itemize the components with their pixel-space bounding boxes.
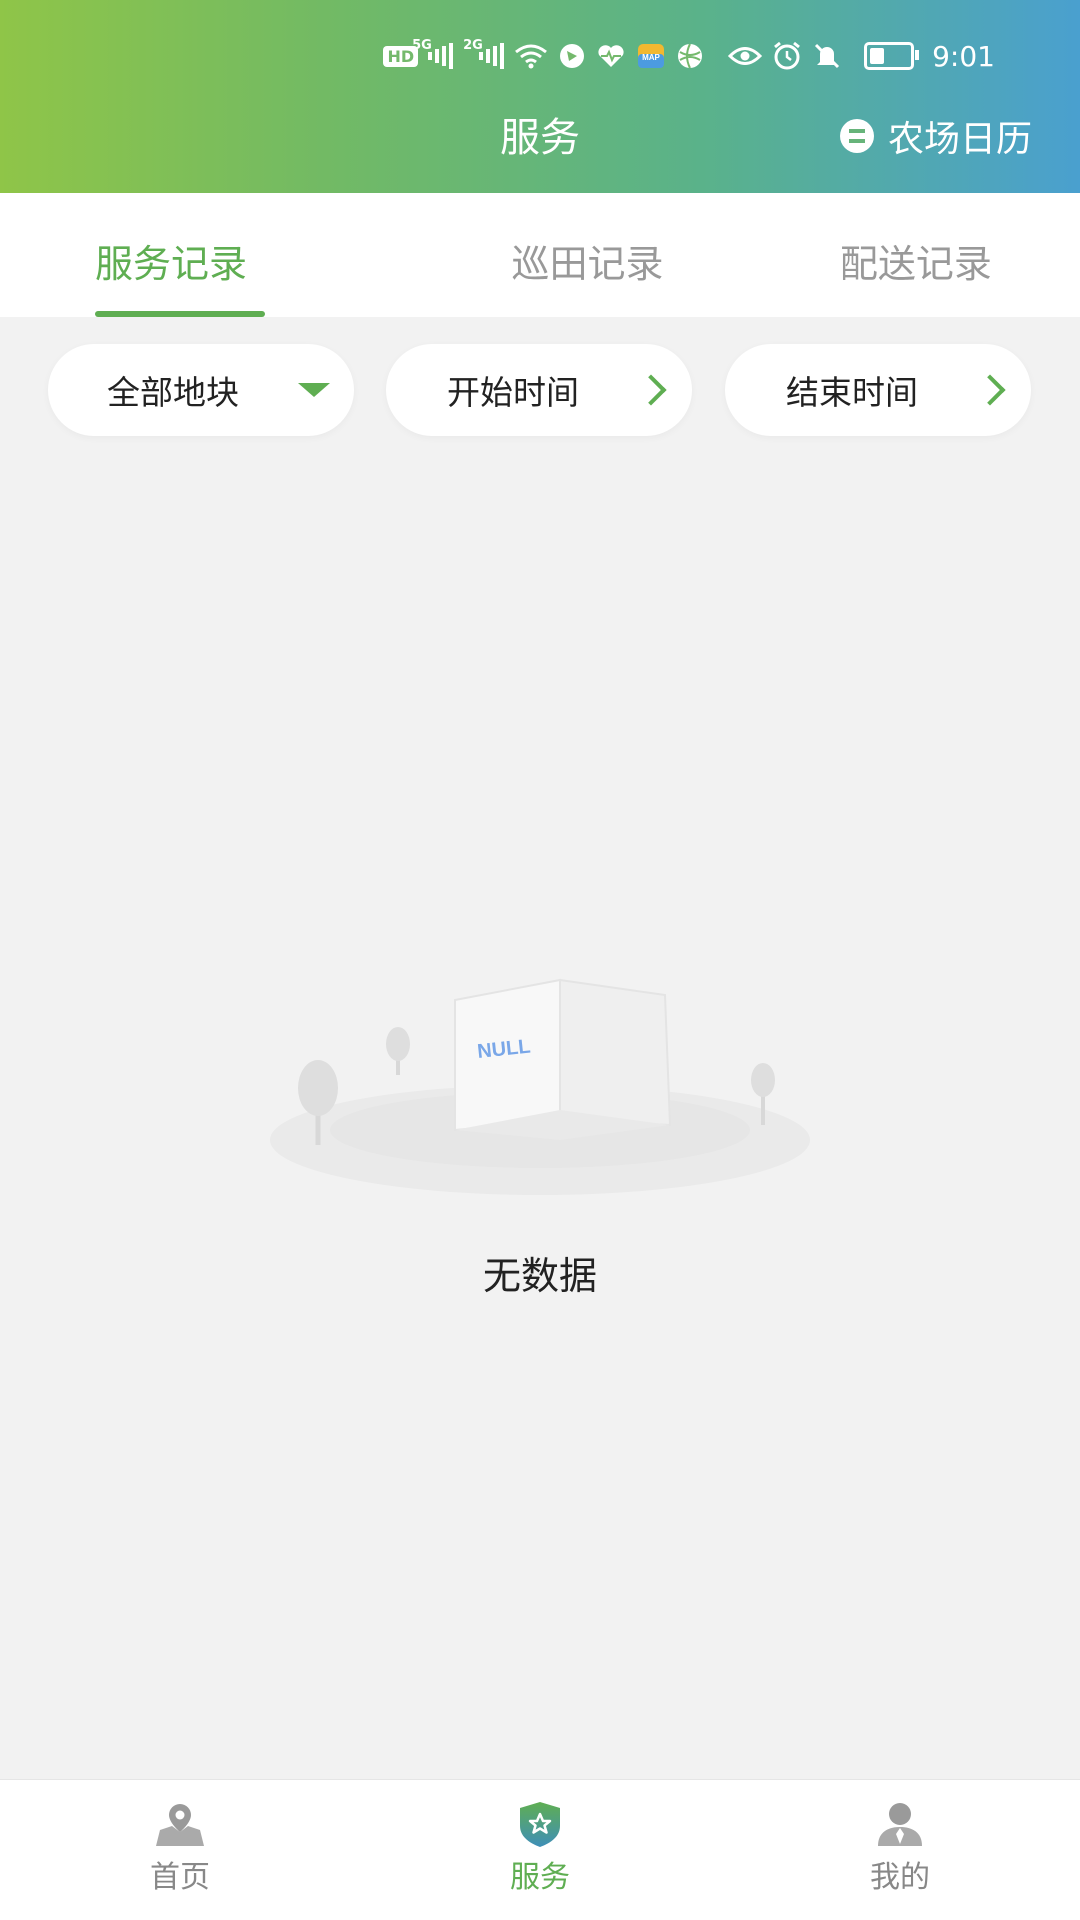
start-time-picker[interactable]: 开始时间 bbox=[386, 344, 692, 436]
farm-calendar-button[interactable]: 农场日历 bbox=[839, 110, 1032, 162]
app-header: HD 5G 2G MAP 9:01 服务 农场日历 bbox=[0, 0, 1080, 193]
nav-service-label: 服务 bbox=[510, 1860, 570, 1895]
globe-icon bbox=[676, 42, 704, 70]
app-icon bbox=[558, 42, 586, 70]
wifi-icon bbox=[514, 43, 548, 69]
mute-icon bbox=[812, 41, 842, 71]
nav-mine-label: 我的 bbox=[870, 1860, 930, 1895]
tab-patrol-records[interactable]: 巡田记录 bbox=[423, 193, 751, 317]
signal-5g-icon: 5G bbox=[412, 38, 454, 70]
nav-service[interactable]: 服务 bbox=[360, 1780, 720, 1920]
net-2g-label: 2G bbox=[463, 38, 483, 53]
signal-2g-icon: 2G bbox=[463, 38, 505, 70]
tab-label: 服务记录 bbox=[95, 242, 248, 286]
net-5g-label: 5G bbox=[412, 38, 432, 53]
heart-icon bbox=[596, 43, 626, 69]
user-icon bbox=[878, 1803, 922, 1846]
record-tabs: 服务记录 巡田记录 配送记录 bbox=[0, 193, 1080, 317]
end-time-label: 结束时间 bbox=[786, 373, 918, 412]
status-bar: HD 5G 2G MAP 9:01 bbox=[0, 30, 1080, 80]
end-time-picker[interactable]: 结束时间 bbox=[725, 344, 1031, 436]
map-icon: MAP bbox=[636, 42, 666, 70]
alarm-icon bbox=[772, 41, 802, 71]
svg-text:MAP: MAP bbox=[642, 53, 660, 62]
eye-icon bbox=[728, 45, 763, 67]
tab-service-records[interactable]: 服务记录 bbox=[0, 193, 423, 317]
empty-state: NULL 无数据 bbox=[0, 940, 1080, 1300]
shield-star-icon bbox=[520, 1802, 560, 1847]
empty-message: 无数据 bbox=[482, 1254, 597, 1298]
nav-home-label: 首页 bbox=[150, 1860, 210, 1895]
calendar-icon bbox=[839, 119, 874, 153]
start-time-label: 开始时间 bbox=[447, 373, 579, 412]
tab-label: 配送记录 bbox=[839, 242, 992, 286]
clock: 9:01 bbox=[932, 39, 995, 73]
chevron-right-icon bbox=[635, 374, 667, 406]
nav-home[interactable]: 首页 bbox=[0, 1780, 360, 1920]
plot-filter-label: 全部地块 bbox=[107, 373, 239, 412]
map-pin-icon bbox=[156, 1804, 204, 1846]
filter-bar: 全部地块 开始时间 结束时间 bbox=[0, 340, 1080, 440]
empty-illustration: NULL bbox=[270, 978, 810, 1195]
tab-delivery-records[interactable]: 配送记录 bbox=[752, 193, 1080, 317]
active-tab-indicator bbox=[95, 311, 265, 317]
battery-icon bbox=[864, 42, 920, 70]
plot-filter-dropdown[interactable]: 全部地块 bbox=[48, 344, 354, 436]
bottom-nav: 首页 服务 我的 bbox=[0, 1779, 1080, 1920]
nav-mine[interactable]: 我的 bbox=[720, 1780, 1080, 1920]
tab-label: 巡田记录 bbox=[511, 242, 664, 286]
caret-down-icon bbox=[298, 383, 330, 397]
farm-calendar-label: 农场日历 bbox=[887, 119, 1032, 160]
chevron-right-icon bbox=[974, 374, 1006, 406]
status-icons: HD 5G 2G MAP 9:01 bbox=[383, 36, 995, 76]
